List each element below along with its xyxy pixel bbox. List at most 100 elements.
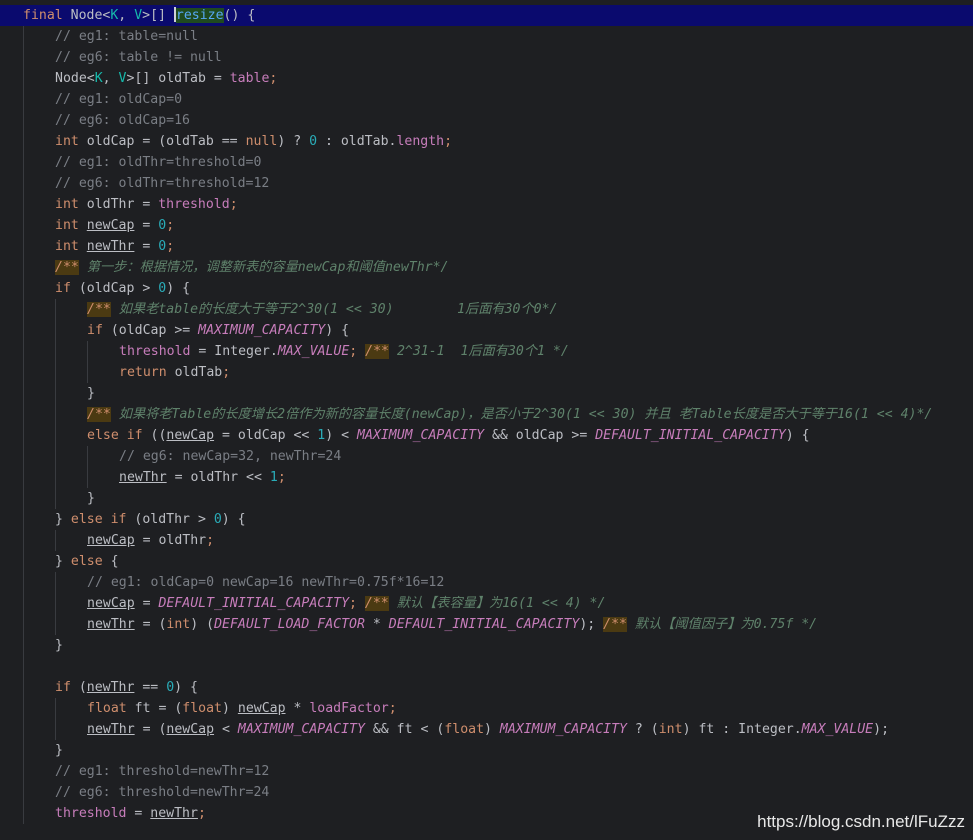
code-token: final [23,8,71,23]
code-token: V [134,8,143,23]
code-token: = [134,218,159,233]
code-line[interactable]: // eg1: table=null [0,26,973,47]
code-line[interactable]: if (oldCap >= MAXIMUM_CAPACITY) { [0,320,973,341]
code-line[interactable]: int oldThr = threshold; [0,194,973,215]
code-token: 0 [158,218,167,233]
code-line[interactable]: newThr = (int) (DEFAULT_LOAD_FACTOR * DE… [0,614,973,635]
code-line[interactable]: // eg6: oldThr=threshold=12 [0,173,973,194]
code-token: 0 [158,239,167,254]
code-token: newCap [86,218,135,233]
code-line[interactable]: } else if (oldThr > 0) { [0,509,973,530]
code-line[interactable]: else if ((newCap = oldCap << 1) < MAXIMU… [0,425,973,446]
code-token: DEFAULT_INITIAL_CAPACITY [388,617,580,632]
code-token: /** [87,407,111,422]
code-token: { [110,554,119,569]
code-line[interactable]: newCap = oldThr; [0,530,973,551]
code-token: MAX_VALUE [801,722,874,737]
code-token: (( [150,428,167,443]
code-token: newCap [237,701,286,716]
code-line[interactable]: // eg1: threshold=newThr=12 [0,761,973,782]
code-token: ft = ( [134,701,183,716]
code-token: V [118,71,127,86]
code-line[interactable]: if (oldCap > 0) { [0,278,973,299]
code-token: /** [603,617,627,632]
code-token: ) ft : Integer. [682,722,802,737]
code-line[interactable]: int oldCap = (oldTab == null) ? 0 : oldT… [0,131,973,152]
code-token: DEFAULT_INITIAL_CAPACITY [158,596,350,611]
code-token: // eg1: table=null [55,29,198,44]
code-token: 0 [309,134,318,149]
code-token: } [87,386,95,401]
code-line[interactable]: // eg1: oldThr=threshold=0 [0,152,973,173]
code-token: float [444,722,485,737]
code-token: ; [166,218,175,233]
code-line[interactable] [0,656,973,677]
code-token: K [94,71,103,86]
code-token: newCap [166,428,215,443]
code-line[interactable]: // eg1: oldCap=0 newCap=16 newThr=0.75f*… [0,572,973,593]
code-line[interactable]: newThr = oldThr << 1; [0,467,973,488]
code-line[interactable]: } [0,383,973,404]
code-token: int [166,617,191,632]
code-line[interactable]: // eg1: oldCap=0 [0,89,973,110]
code-line[interactable]: // eg6: newCap=32, newThr=24 [0,446,973,467]
code-token: = [126,806,151,821]
code-token: 默认【阈值因子】为0.75f */ [626,617,818,632]
code-token: oldCap = (oldTab == [86,134,246,149]
code-token: newCap [166,722,215,737]
code-token: ) { [221,512,246,527]
code-line[interactable]: /** 如果将老Table的长度增长2倍作为新的容量长度(newCap)，是否小… [0,404,973,425]
code-line[interactable]: } [0,635,973,656]
code-token: ? ( [626,722,659,737]
code-line[interactable]: int newThr = 0; [0,236,973,257]
watermark: https://blog.csdn.net/lFuZzz [757,812,965,831]
code-line[interactable]: threshold = Integer.MAX_VALUE; /** 2^31-… [0,341,973,362]
code-token: // eg6: oldThr=threshold=12 [55,176,270,191]
code-line[interactable]: } else { [0,551,973,572]
code-line[interactable]: // eg6: oldCap=16 [0,110,973,131]
code-line[interactable]: int newCap = 0; [0,215,973,236]
code-token: * [285,701,310,716]
code-line[interactable]: newThr = (newCap < MAXIMUM_CAPACITY && f… [0,719,973,740]
code-token: ; [197,806,206,821]
code-line[interactable]: newCap = DEFAULT_INITIAL_CAPACITY; /** 默… [0,593,973,614]
code-token: // eg6: table != null [55,50,222,65]
code-token: ; [222,365,231,380]
code-token: >[] [142,8,174,23]
code-token: length [396,134,445,149]
code-token: threshold [158,197,230,212]
code-token: MAXIMUM_CAPACITY [357,428,485,443]
code-token: 第一步：根据情况，调整新表的容量newCap和阈值newThr*/ [78,260,449,275]
code-line[interactable]: float ft = (float) newCap * loadFactor; [0,698,973,719]
code-line[interactable]: final Node<K, V>[] resize() { [0,5,973,26]
code-token: * [364,617,389,632]
code-token: /** [364,596,389,611]
code-token: if [55,281,79,296]
code-token: , [118,8,135,23]
code-token: = ( [134,722,167,737]
code-line[interactable]: } [0,488,973,509]
code-line[interactable]: /** 第一步：根据情况，调整新表的容量newCap和阈值newThr*/ [0,257,973,278]
code-token: ( [78,680,87,695]
code-line[interactable]: /** 如果老table的长度大于等于2^30(1 << 30) 1后面有30个… [0,299,973,320]
code-token: // eg1: oldCap=0 [55,92,183,107]
code-token: ; [269,71,278,86]
code-line[interactable]: } [0,740,973,761]
code-token: , [102,71,119,86]
code-line[interactable]: return oldTab; [0,362,973,383]
code-token: MAXIMUM_CAPACITY [237,722,365,737]
code-line[interactable]: // eg6: threshold=newThr=24 [0,782,973,803]
code-line[interactable]: Node<K, V>[] oldTab = table; [0,68,973,89]
code-line[interactable]: if (newThr == 0) { [0,677,973,698]
code-token: MAX_VALUE [277,344,350,359]
code-token: return [119,365,175,380]
code-editor[interactable]: final Node<K, V>[] resize() { // eg1: tab… [0,0,973,840]
code-token: } [55,743,63,758]
code-token: 0 [166,680,175,695]
code-token: = oldThr << [166,470,270,485]
code-token: newThr [86,680,135,695]
code-token: ) [221,701,238,716]
code-token: == [134,680,167,695]
code-token: ; [444,134,453,149]
code-line[interactable]: // eg6: table != null [0,47,973,68]
